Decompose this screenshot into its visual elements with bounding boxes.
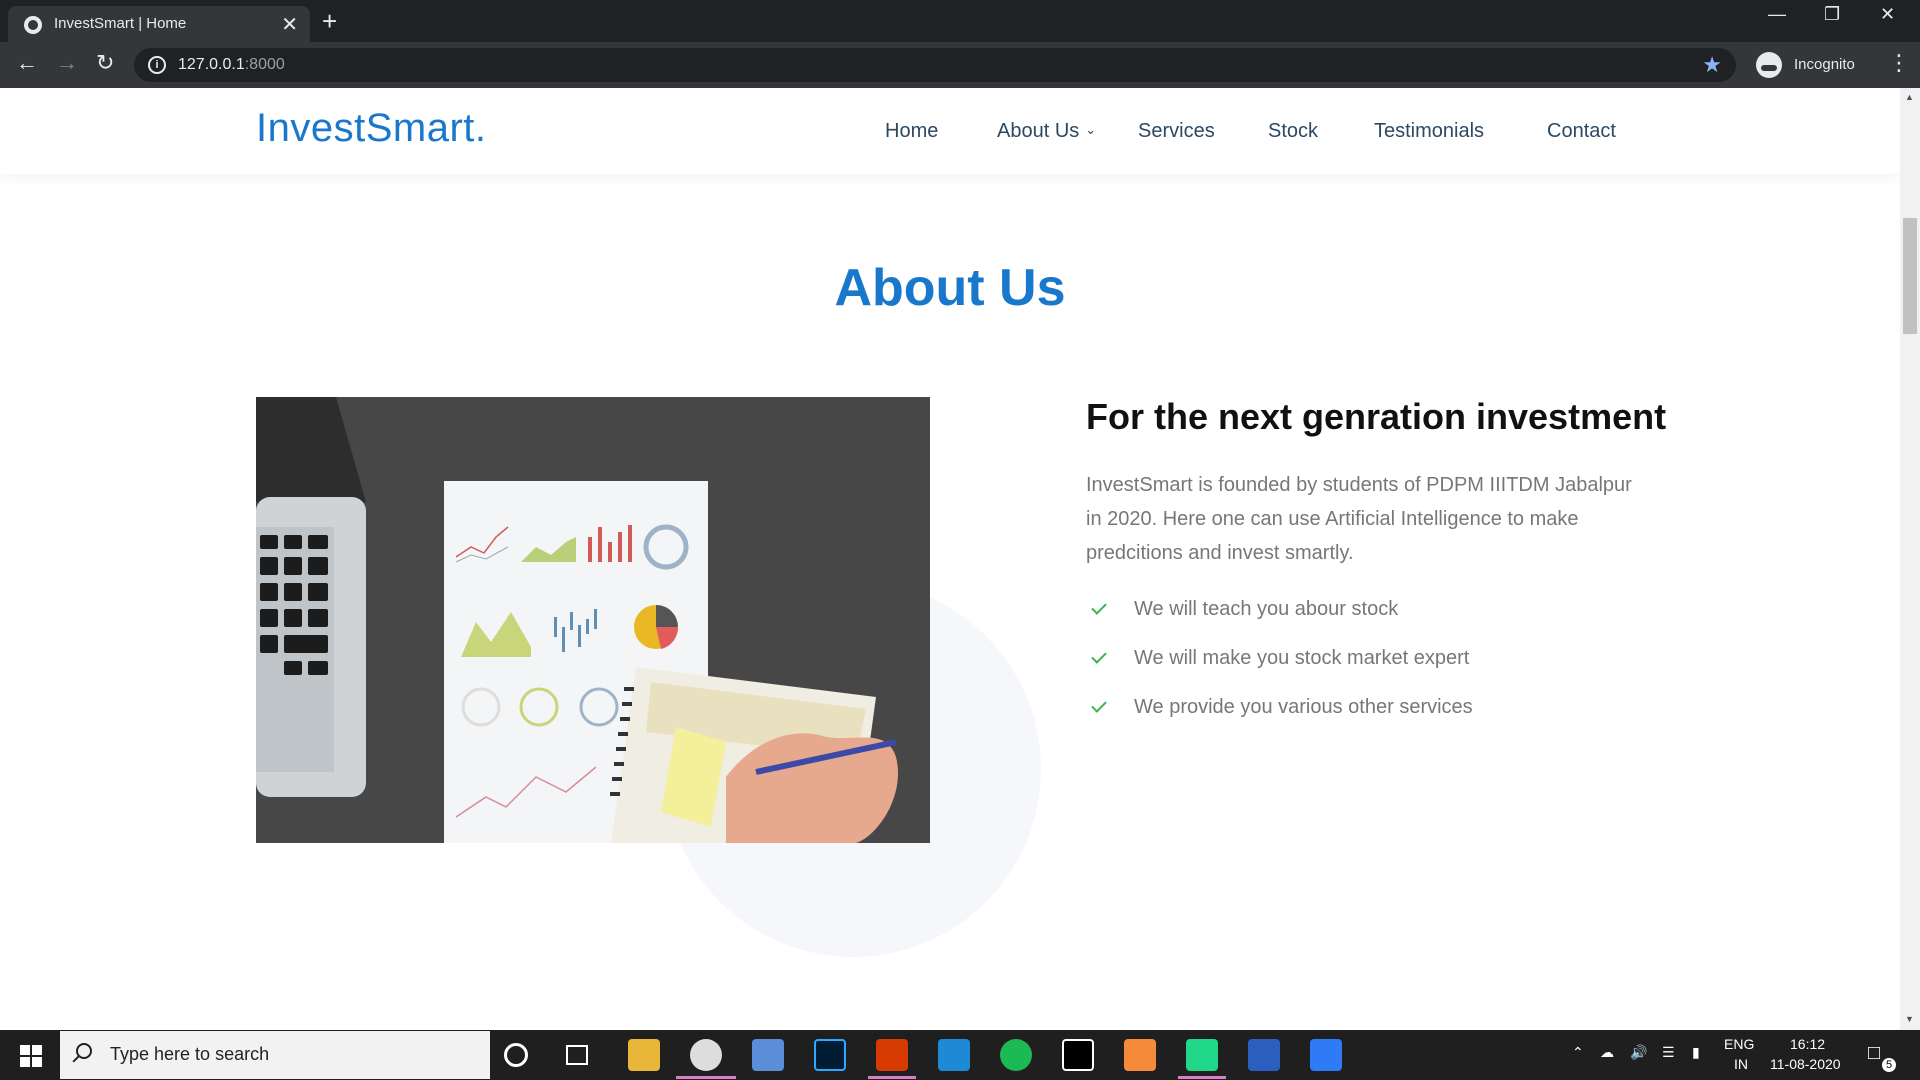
app-orange-icon[interactable] bbox=[1124, 1039, 1156, 1071]
clock-time[interactable]: 16:12 bbox=[1790, 1036, 1825, 1052]
desk-illustration bbox=[256, 397, 930, 843]
window-close-icon[interactable]: ✕ bbox=[1880, 4, 1895, 25]
windows-taskbar: Type here to search ⌃ ☁ 🔊 ☰ ▮ ENG IN 16:… bbox=[0, 1030, 1920, 1080]
minimize-icon[interactable]: — bbox=[1768, 4, 1786, 25]
site-logo[interactable]: InvestSmart. bbox=[256, 106, 487, 151]
powershell-icon[interactable] bbox=[1248, 1039, 1280, 1071]
tray-chevron-icon[interactable]: ⌃ bbox=[1572, 1044, 1584, 1061]
browser-tab-strip: InvestSmart | Home ✕ + — ❐ ✕ bbox=[0, 0, 1920, 42]
battery-icon[interactable]: ▮ bbox=[1692, 1044, 1700, 1061]
taskbar-search[interactable]: Type here to search bbox=[60, 1031, 490, 1079]
app-icon[interactable] bbox=[752, 1039, 784, 1071]
scroll-up-icon[interactable]: ▲ bbox=[1905, 92, 1914, 102]
region-indicator[interactable]: IN bbox=[1734, 1056, 1748, 1072]
about-image bbox=[256, 397, 930, 843]
about-heading: For the next genration investment bbox=[1086, 396, 1667, 437]
tab-title: InvestSmart | Home bbox=[54, 15, 187, 32]
pycharm-icon[interactable] bbox=[1186, 1039, 1218, 1071]
list-item: We will teach you abour stock bbox=[1086, 598, 1398, 621]
cortana-icon[interactable] bbox=[504, 1043, 528, 1067]
office-icon[interactable] bbox=[876, 1039, 908, 1071]
windows-start-icon[interactable] bbox=[20, 1045, 42, 1067]
office-active-indicator bbox=[868, 1076, 916, 1079]
site-header: InvestSmart. Home About Us ⌄ Services Sto… bbox=[0, 88, 1900, 174]
photoshop-icon[interactable] bbox=[814, 1039, 846, 1071]
scrollbar-thumb[interactable] bbox=[1903, 218, 1917, 334]
browser-menu-icon[interactable]: ⋮ bbox=[1888, 50, 1910, 76]
url-text: 127.0.0.1:8000 bbox=[178, 56, 285, 73]
wps-icon[interactable] bbox=[1310, 1039, 1342, 1071]
new-tab-button[interactable]: + bbox=[322, 6, 337, 37]
notification-icon[interactable]: □ bbox=[1868, 1042, 1880, 1065]
browser-tab[interactable]: InvestSmart | Home ✕ bbox=[8, 6, 310, 42]
back-icon[interactable]: ← bbox=[16, 50, 38, 76]
check-icon bbox=[1091, 598, 1107, 615]
check-icon bbox=[1091, 647, 1107, 664]
wifi-icon[interactable]: ☰ bbox=[1662, 1044, 1675, 1061]
list-item: We will make you stock market expert bbox=[1086, 647, 1469, 670]
incognito-label: Incognito bbox=[1794, 56, 1855, 73]
dolby-icon[interactable] bbox=[1062, 1039, 1094, 1071]
onedrive-icon[interactable]: ☁ bbox=[1600, 1044, 1614, 1061]
search-icon bbox=[76, 1043, 92, 1059]
about-paragraph: InvestSmart is founded by students of PD… bbox=[1086, 474, 1632, 564]
globe-icon bbox=[24, 16, 42, 34]
nav-contact[interactable]: Contact bbox=[1547, 120, 1616, 143]
vscode-icon[interactable] bbox=[938, 1039, 970, 1071]
browser-toolbar: ← → ↻ i 127.0.0.1:8000 ★ Incognito ⋮ bbox=[0, 42, 1920, 88]
tab-close-icon[interactable]: ✕ bbox=[281, 12, 298, 37]
bookmark-star-icon[interactable]: ★ bbox=[1702, 52, 1722, 78]
scroll-down-icon[interactable]: ▼ bbox=[1905, 1014, 1914, 1024]
site-info-icon[interactable]: i bbox=[148, 56, 166, 74]
search-placeholder: Type here to search bbox=[110, 1044, 270, 1064]
file-explorer-icon[interactable] bbox=[628, 1039, 660, 1071]
forward-icon[interactable]: → bbox=[56, 50, 78, 76]
nav-services[interactable]: Services bbox=[1138, 120, 1215, 143]
nav-about-us[interactable]: About Us ⌄ bbox=[997, 120, 1096, 143]
section-title: About Us bbox=[834, 259, 1066, 317]
volume-icon[interactable]: 🔊 bbox=[1630, 1044, 1647, 1061]
task-view-icon[interactable] bbox=[566, 1045, 588, 1065]
address-bar[interactable]: i 127.0.0.1:8000 ★ bbox=[134, 48, 1736, 82]
chrome-active-indicator bbox=[676, 1076, 736, 1079]
check-icon bbox=[1091, 696, 1107, 713]
language-indicator[interactable]: ENG bbox=[1724, 1036, 1754, 1052]
clock-date[interactable]: 11-08-2020 bbox=[1770, 1056, 1841, 1072]
nav-testimonials[interactable]: Testimonials bbox=[1374, 120, 1484, 143]
nav-home[interactable]: Home bbox=[885, 120, 938, 143]
page-scrollbar[interactable]: ▲ ▼ bbox=[1900, 88, 1920, 1030]
spotify-icon[interactable] bbox=[1000, 1039, 1032, 1071]
list-item: We provide you various other services bbox=[1086, 696, 1473, 719]
incognito-icon bbox=[1756, 52, 1782, 78]
pycharm-active-indicator bbox=[1178, 1076, 1226, 1079]
restore-icon[interactable]: ❐ bbox=[1824, 4, 1840, 25]
notification-count-badge: 5 bbox=[1882, 1058, 1896, 1072]
nav-stock[interactable]: Stock bbox=[1268, 120, 1318, 143]
reload-icon[interactable]: ↻ bbox=[96, 50, 114, 76]
chevron-down-icon: ⌄ bbox=[1085, 122, 1097, 137]
page-viewport: InvestSmart. Home About Us ⌄ Services Sto… bbox=[0, 88, 1900, 1030]
chrome-icon[interactable] bbox=[690, 1039, 722, 1071]
